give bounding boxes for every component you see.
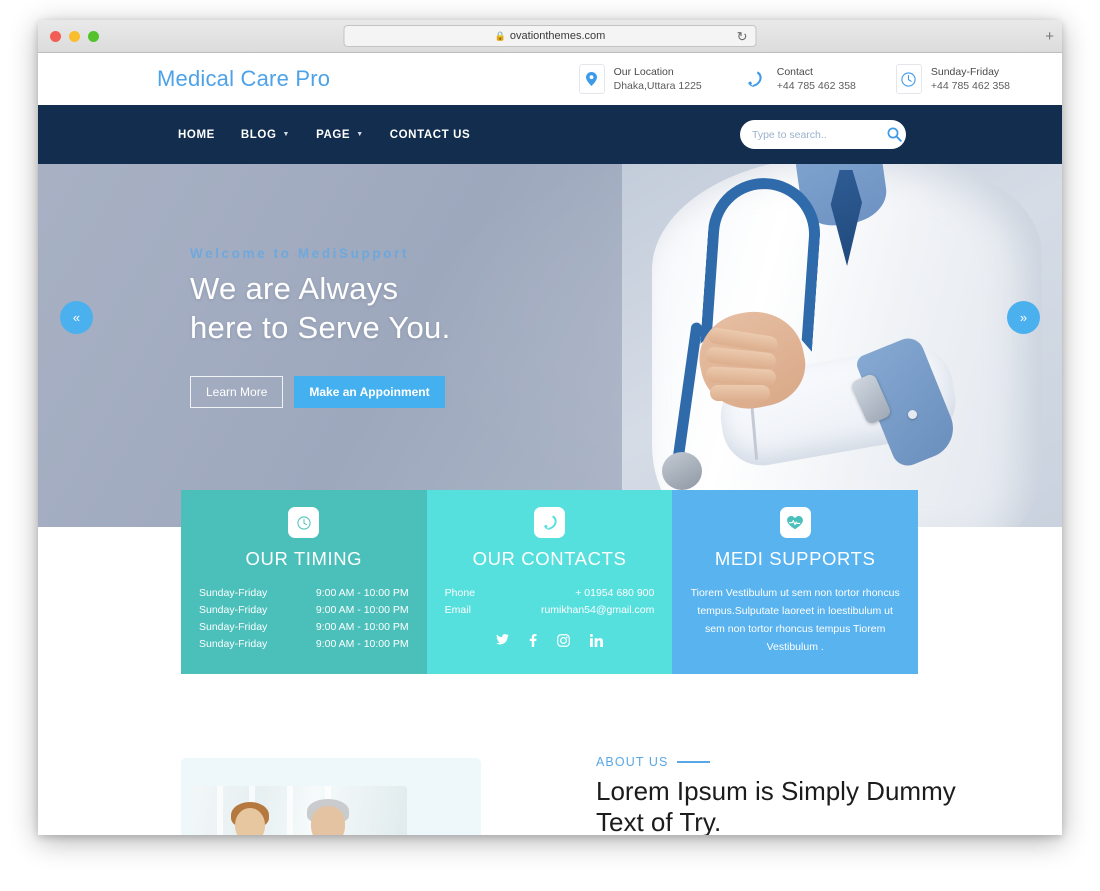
new-tab-button[interactable]: + xyxy=(1045,29,1054,44)
about-divider xyxy=(677,761,711,763)
hero-doctor-image xyxy=(622,164,1062,527)
about-kicker: ABOUT US xyxy=(596,755,669,769)
card-title: OUR TIMING xyxy=(245,548,363,569)
header-info-contact: Contact +44 785 462 358 xyxy=(742,64,856,94)
nav-links: HOME BLOG ▼ PAGE ▼ CONTACT US xyxy=(178,129,470,141)
phone-icon xyxy=(742,64,768,94)
contact-value: + 01954 680 900 xyxy=(575,586,655,599)
timing-value: 9:00 AM - 10:00 PM xyxy=(315,620,409,633)
lock-icon: 🔒 xyxy=(494,30,506,41)
about-title-line-2: Text of Try. xyxy=(596,807,722,835)
nav-item-blog[interactable]: BLOG ▼ xyxy=(241,129,290,141)
learn-more-button[interactable]: Learn More xyxy=(190,376,284,409)
timing-row: Sunday-Friday 9:00 AM - 10:00 PM xyxy=(197,635,411,652)
contact-label: Phone xyxy=(444,586,476,599)
card-our-contacts: OUR CONTACTS Phone + 01954 680 900 Email… xyxy=(426,490,673,675)
carousel-next-button[interactable]: » xyxy=(1007,301,1040,334)
header-info-location: Our Location Dhaka,Uttara 1225 xyxy=(578,64,702,94)
chevron-down-icon: ▼ xyxy=(356,131,364,138)
timing-value: 9:00 AM - 10:00 PM xyxy=(315,603,409,616)
contact-row: Email rumikhan54@gmail.com xyxy=(443,601,657,618)
contact-value: rumikhan54@gmail.com xyxy=(540,603,655,616)
facebook-icon[interactable] xyxy=(529,634,537,647)
nav-item-home[interactable]: HOME xyxy=(178,129,215,141)
header-info-hours: Sunday-Friday +44 785 462 358 xyxy=(895,64,1010,94)
browser-window: 🔒 ovationthemes.com ↻ + Medical Care Pro… xyxy=(38,20,1062,835)
hero-banner: « » Welcome to MediSupport We are Always… xyxy=(38,164,1062,527)
hero-kicker: Welcome to MediSupport xyxy=(190,246,409,261)
phone-icon xyxy=(534,507,565,538)
info-title: Contact xyxy=(776,65,813,78)
info-sub: +44 785 462 358 xyxy=(776,80,856,92)
carousel-prev-button[interactable]: « xyxy=(60,301,93,334)
about-section: ABOUT US Lorem Ipsum is Simply Dummy Tex… xyxy=(38,713,1062,835)
nav-item-label: CONTACT US xyxy=(389,128,471,141)
info-title: Our Location xyxy=(613,65,674,78)
feature-cards: OUR TIMING Sunday-Friday 9:00 AM - 10:00… xyxy=(181,490,919,675)
nav-item-label: BLOG xyxy=(240,128,277,141)
contact-row: Phone + 01954 680 900 xyxy=(443,584,657,601)
timing-row: Sunday-Friday 9:00 AM - 10:00 PM xyxy=(197,584,411,601)
clock-icon xyxy=(288,507,320,538)
hero-title-line-2: here to Serve You. xyxy=(190,310,451,346)
hero-title-line-1: We are Always xyxy=(190,271,399,306)
instagram-icon[interactable] xyxy=(557,634,570,647)
about-text: ABOUT US Lorem Ipsum is Simply Dummy Tex… xyxy=(596,755,976,835)
timing-value: 9:00 AM - 10:00 PM xyxy=(315,586,409,599)
browser-titlebar: 🔒 ovationthemes.com ↻ + xyxy=(38,20,1062,53)
contact-label: Email xyxy=(444,603,471,616)
timing-row: Sunday-Friday 9:00 AM - 10:00 PM xyxy=(197,601,411,618)
about-title-line-1: Lorem Ipsum is Simply Dummy xyxy=(596,776,956,806)
timing-value: 9:00 AM - 10:00 PM xyxy=(315,637,409,650)
card-medi-supports: MEDI SUPPORTS Tiorem Vestibulum ut sem n… xyxy=(672,490,919,675)
window-controls xyxy=(50,30,99,42)
about-title: Lorem Ipsum is Simply Dummy Text of Try. xyxy=(596,776,976,835)
hero-title: We are Always here to Serve You. xyxy=(190,269,450,347)
site-header: Medical Care Pro Our Location Dhaka,Utta… xyxy=(38,53,1062,105)
make-appointment-button[interactable]: Make an Appoinment xyxy=(294,376,445,409)
search-box[interactable] xyxy=(740,120,906,149)
twitter-icon[interactable] xyxy=(496,634,509,647)
nav-item-label: PAGE xyxy=(316,128,351,141)
about-image-frame xyxy=(181,758,481,835)
address-bar[interactable]: 🔒 ovationthemes.com ↻ xyxy=(343,25,757,47)
timing-label: Sunday-Friday xyxy=(199,603,268,616)
card-title: MEDI SUPPORTS xyxy=(714,548,876,569)
nav-item-page[interactable]: PAGE ▼ xyxy=(316,129,364,141)
timing-label: Sunday-Friday xyxy=(199,586,268,599)
about-photo xyxy=(191,786,407,835)
card-description: Tiorem Vestibulum ut sem non tortor rhon… xyxy=(690,587,900,654)
about-kicker-row: ABOUT US xyxy=(596,755,976,769)
header-info-group: Our Location Dhaka,Uttara 1225 Contact +… xyxy=(578,64,1038,94)
nav-item-contact-us[interactable]: CONTACT US xyxy=(390,129,471,141)
clock-icon xyxy=(895,64,922,94)
timing-label: Sunday-Friday xyxy=(199,637,268,650)
maximize-window-button[interactable] xyxy=(88,30,99,42)
heartbeat-icon xyxy=(779,507,811,538)
linkedin-icon[interactable] xyxy=(590,634,603,647)
social-links xyxy=(443,634,657,647)
nav-item-label: HOME xyxy=(178,128,215,141)
info-title: Sunday-Friday xyxy=(930,65,1000,78)
hero-content: Welcome to MediSupport We are Always her… xyxy=(190,246,450,409)
card-title: OUR CONTACTS xyxy=(472,548,627,569)
reload-icon[interactable]: ↻ xyxy=(737,29,748,45)
card-our-timing: OUR TIMING Sunday-Friday 9:00 AM - 10:00… xyxy=(181,490,427,675)
timing-label: Sunday-Friday xyxy=(199,620,268,633)
info-sub: +44 785 462 358 xyxy=(930,80,1010,92)
site-logo[interactable]: Medical Care Pro xyxy=(157,66,330,92)
hero-buttons: Learn More Make an Appoinment xyxy=(190,376,450,409)
search-input[interactable] xyxy=(752,128,887,141)
info-sub: Dhaka,Uttara 1225 xyxy=(613,80,702,92)
main-navigation: HOME BLOG ▼ PAGE ▼ CONTACT US xyxy=(38,105,1062,164)
map-pin-icon xyxy=(578,64,605,94)
address-bar-url: ovationthemes.com xyxy=(509,30,606,42)
search-icon[interactable] xyxy=(887,127,902,142)
timing-row: Sunday-Friday 9:00 AM - 10:00 PM xyxy=(197,618,411,635)
chevron-down-icon: ▼ xyxy=(282,131,291,138)
page-viewport: Medical Care Pro Our Location Dhaka,Utta… xyxy=(38,53,1062,835)
close-window-button[interactable] xyxy=(50,30,61,42)
minimize-window-button[interactable] xyxy=(69,30,80,42)
